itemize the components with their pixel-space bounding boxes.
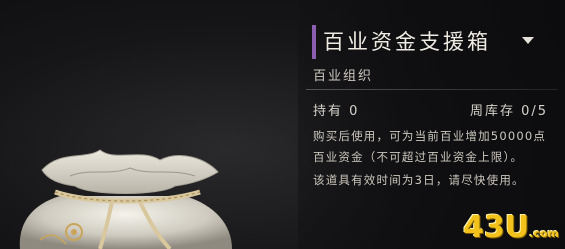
watermark-suffix: .com xyxy=(529,227,559,240)
hold-count: 持有 0 xyxy=(313,104,360,119)
divider xyxy=(306,89,558,90)
item-title: 百业资金支援箱 xyxy=(323,30,491,54)
item-category: 百业组织 xyxy=(313,69,374,84)
description-line-1: 购买后使用，可为当前百业增加50000点百业资金（不可超过百业资金上限）。 xyxy=(313,129,547,164)
watermark-main: 43U xyxy=(463,210,530,245)
weekly-stock: 周库存 0/5 xyxy=(469,104,548,119)
title-accent-bar xyxy=(312,25,316,59)
item-description: 购买后使用，可为当前百业增加50000点百业资金（不可超过百业资金上限）。 该道… xyxy=(313,126,553,191)
item-pouch-image xyxy=(19,149,232,249)
description-line-2: 该道具有效时间为3日，请尽快使用。 xyxy=(313,173,525,187)
chevron-down-icon[interactable] xyxy=(522,37,534,44)
site-watermark-logo: 43U.com xyxy=(463,210,559,245)
